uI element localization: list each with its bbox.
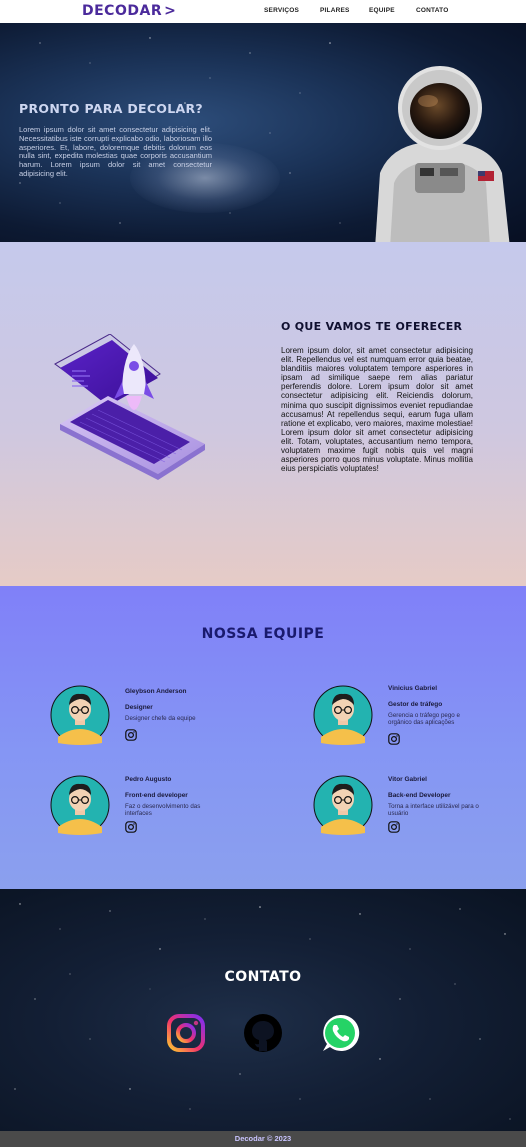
footer-copyright: Decodar © 2023 [234, 1134, 292, 1143]
team-member-card: Gleybson Anderson Designer Designer chef… [50, 685, 230, 755]
member-role: Gestor de tráfego [388, 701, 443, 708]
team-section: NOSSA EQUIPE Gleybson Anderson Designer … [0, 586, 526, 889]
member-name: Vitor Gabriel [388, 776, 427, 783]
site-footer: Decodar © 2023 [0, 1131, 526, 1147]
member-name: Pedro Augusto [125, 776, 172, 783]
avatar [50, 685, 110, 745]
team-member-card: Vitor Gabriel Back-end Developer Torna a… [313, 775, 493, 845]
nav-equipe[interactable]: EQUIPE [369, 7, 395, 14]
instagram-icon[interactable] [125, 729, 137, 741]
member-role: Front-end developer [125, 792, 188, 799]
instagram-icon[interactable] [125, 821, 137, 833]
avatar [313, 775, 373, 835]
hero-title: PRONTO PARA DECOLAR? [19, 101, 203, 116]
rocket-laptop-illustration [54, 334, 205, 480]
member-description: Gerencia o tráfego pego e orgânico das a… [388, 712, 460, 727]
member-name: Vinicius Gabriel [388, 685, 438, 692]
contact-title: CONTATO [224, 969, 302, 985]
nav-pilares[interactable]: PILARES [320, 7, 350, 14]
site-header: DECODAR > SERVIÇOS PILARES EQUIPE CONTAT… [0, 0, 526, 23]
services-title: O QUE VAMOS TE OFERECER [281, 320, 463, 333]
nav-contato[interactable]: CONTATO [416, 7, 448, 14]
member-role: Designer [125, 704, 153, 711]
whatsapp-icon[interactable] [320, 1013, 360, 1053]
member-description: Designer chefe da equipe [125, 715, 196, 722]
avatar [50, 775, 110, 835]
avatar [313, 685, 373, 745]
team-member-card: Pedro Augusto Front-end developer Faz o … [50, 775, 230, 845]
member-name: Gleybson Anderson [125, 688, 187, 695]
github-icon[interactable] [243, 1013, 283, 1053]
services-section: O QUE VAMOS TE OFERECER Lorem ipsum dolo… [0, 242, 526, 586]
logo-arrow: > [164, 3, 176, 19]
team-member-card: Vinicius Gabriel Gestor de tráfego Geren… [313, 685, 493, 755]
services-text: Lorem ipsum dolor, sit amet consectetur … [281, 346, 473, 474]
team-title: NOSSA EQUIPE [201, 626, 325, 642]
starfield [14, 903, 511, 1120]
nav-servicos[interactable]: SERVIÇOS [264, 7, 299, 14]
instagram-icon[interactable] [388, 733, 400, 745]
hero-section: PRONTO PARA DECOLAR? Lorem ipsum dolor s… [0, 23, 526, 242]
member-description: Faz o desenvolvimento das interfaces [125, 803, 201, 818]
instagram-icon[interactable] [388, 821, 400, 833]
member-role: Back-end Developer [388, 792, 451, 799]
astronaut-illustration [375, 66, 510, 242]
hero-text: Lorem ipsum dolor sit amet consectetur a… [19, 125, 212, 178]
member-description: Torna a interface utilizável para o usuá… [388, 803, 479, 818]
logo[interactable]: DECODAR > [82, 2, 176, 20]
logo-text: DECODAR [82, 3, 163, 19]
instagram-icon[interactable] [166, 1013, 206, 1053]
contact-section: CONTATO [0, 889, 526, 1131]
